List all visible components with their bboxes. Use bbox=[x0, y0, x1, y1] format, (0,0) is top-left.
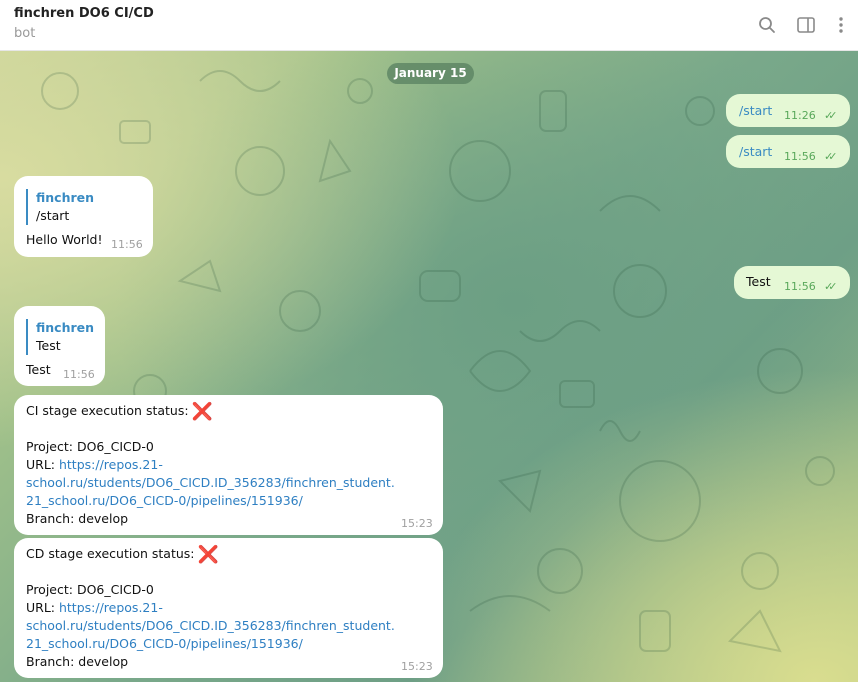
cross-mark-icon: ❌ bbox=[191, 402, 213, 422]
message-bubble-incoming[interactable]: finchren Test Test 11:56 bbox=[14, 306, 105, 386]
message-bubble-incoming[interactable]: finchren /start Hello World! 11:56 bbox=[14, 176, 153, 257]
message-time: 11:56 bbox=[111, 238, 143, 251]
more-vertical-icon bbox=[839, 17, 843, 33]
sidebar-toggle-icon bbox=[797, 17, 815, 33]
chat-header: finchren DO6 CI/CD bot bbox=[0, 0, 858, 51]
pipeline-link[interactable]: https://repos.21- bbox=[59, 457, 163, 472]
message-time: 11:56 bbox=[63, 368, 95, 381]
message-time: 15:23 bbox=[401, 660, 433, 673]
url-line: URL: https://repos.21- bbox=[26, 599, 163, 617]
pipeline-link[interactable]: school.ru/students/DO6_CICD.ID_356283/fi… bbox=[26, 617, 395, 635]
branch-line: Branch: develop bbox=[26, 654, 129, 669]
reply-quote[interactable]: finchren /start bbox=[26, 189, 94, 225]
message-time: 15:23 bbox=[401, 517, 433, 530]
chat-subtitle: bot bbox=[14, 26, 36, 41]
status-heading-text: CI stage execution status: bbox=[26, 403, 189, 418]
message-text[interactable]: /start bbox=[739, 144, 772, 159]
more-button[interactable] bbox=[826, 10, 856, 40]
message-text: Test bbox=[26, 362, 51, 377]
reply-author: finchren bbox=[36, 190, 95, 205]
cd-status-heading: CD stage execution status: ❌ bbox=[26, 545, 219, 564]
chat-title[interactable]: finchren DO6 CI/CD bbox=[14, 6, 154, 21]
message-bubble-incoming[interactable]: CI stage execution status: ❌ Project: DO6… bbox=[14, 395, 443, 535]
sidebar-toggle-button[interactable] bbox=[791, 10, 821, 40]
url-label: URL: bbox=[26, 457, 59, 472]
pipeline-link[interactable]: school.ru/students/DO6_CICD.ID_356283/fi… bbox=[26, 474, 395, 492]
pipeline-link[interactable]: https://repos.21- bbox=[59, 600, 163, 615]
reply-text: Test bbox=[36, 338, 61, 353]
double-check-icon: ✓✓ bbox=[824, 109, 838, 122]
message-text: Hello World! bbox=[26, 232, 103, 247]
message-time: 11:26 bbox=[784, 109, 816, 122]
double-check-icon: ✓✓ bbox=[824, 150, 838, 163]
message-time: 11:56 bbox=[784, 280, 816, 293]
project-line: Project: DO6_CICD-0 bbox=[26, 582, 154, 597]
reply-author: finchren bbox=[36, 320, 95, 335]
message-time: 11:56 bbox=[784, 150, 816, 163]
message-bubble-outgoing[interactable]: /start 11:26 ✓✓ bbox=[726, 94, 850, 127]
search-icon bbox=[759, 17, 775, 33]
project-line: Project: DO6_CICD-0 bbox=[26, 439, 154, 454]
telegram-chat-window: finchren DO6 CI/CD bot January 15 /start… bbox=[0, 0, 858, 682]
message-text[interactable]: /start bbox=[739, 103, 772, 118]
double-check-icon: ✓✓ bbox=[824, 280, 838, 293]
date-separator: January 15 bbox=[387, 63, 474, 84]
reply-text: /start bbox=[36, 208, 70, 223]
message-bubble-incoming[interactable]: CD stage execution status: ❌ Project: DO6… bbox=[14, 538, 443, 678]
message-bubble-outgoing[interactable]: /start 11:56 ✓✓ bbox=[726, 135, 850, 168]
status-heading-text: CD stage execution status: bbox=[26, 546, 195, 561]
search-button[interactable] bbox=[752, 10, 782, 40]
message-bubble-outgoing[interactable]: Test 11:56 ✓✓ bbox=[734, 266, 850, 299]
url-line: URL: https://repos.21- bbox=[26, 456, 163, 474]
pipeline-link[interactable]: 21_school.ru/DO6_CICD-0/pipelines/151936… bbox=[26, 635, 303, 653]
reply-quote[interactable]: finchren Test bbox=[26, 319, 94, 355]
cross-mark-icon: ❌ bbox=[197, 545, 219, 565]
url-label: URL: bbox=[26, 600, 59, 615]
pipeline-link[interactable]: 21_school.ru/DO6_CICD-0/pipelines/151936… bbox=[26, 492, 303, 510]
message-text: Test bbox=[746, 274, 771, 289]
chat-history[interactable]: January 15 /start 11:26 ✓✓ /start 11:56 … bbox=[0, 51, 858, 682]
branch-line: Branch: develop bbox=[26, 511, 129, 526]
ci-status-heading: CI stage execution status: ❌ bbox=[26, 402, 213, 421]
